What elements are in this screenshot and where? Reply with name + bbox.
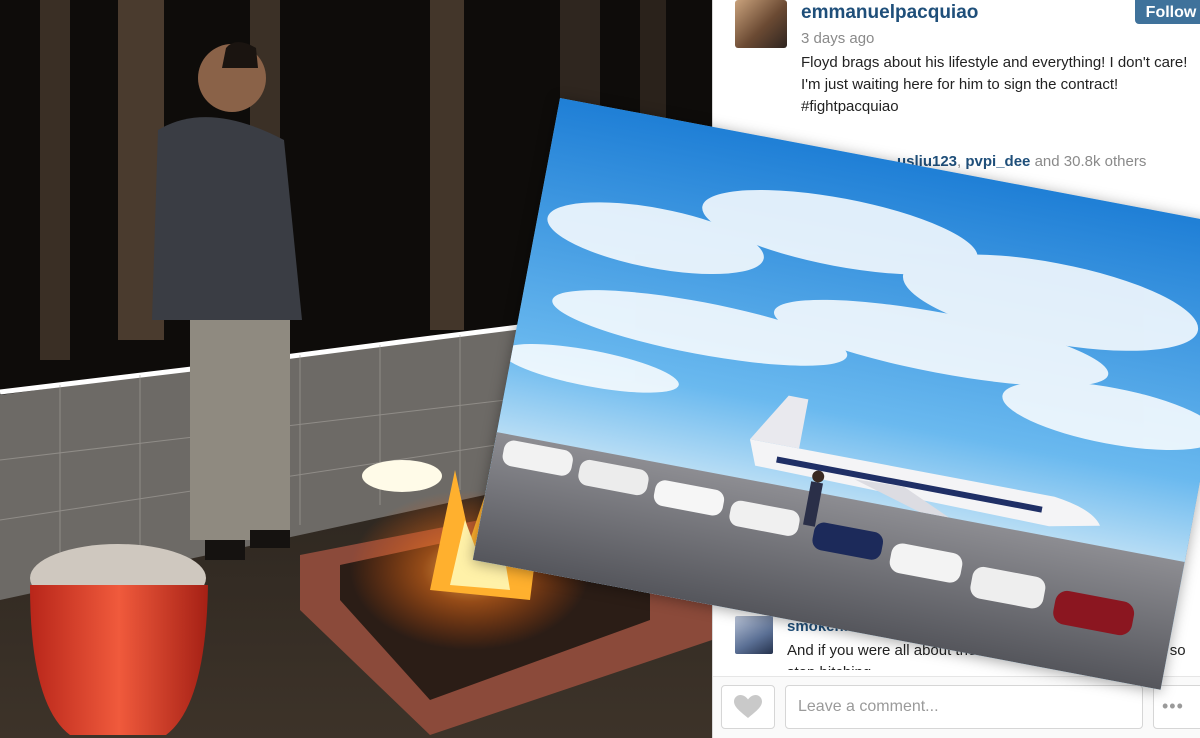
like-button[interactable]: [721, 685, 775, 729]
post-timestamp[interactable]: 3 days ago: [801, 30, 874, 47]
follow-button[interactable]: Follow: [1135, 0, 1200, 24]
comment-input[interactable]: [785, 685, 1143, 729]
comment-bar: •••: [713, 676, 1200, 738]
post-header: emmanuelpacquiao 3 days ago Floyd brags …: [725, 0, 1200, 140]
ellipsis-icon: •••: [1162, 696, 1184, 716]
likes-count-text[interactable]: and 30.8k others: [1030, 153, 1147, 170]
commenter-avatar[interactable]: [735, 616, 773, 654]
liker-link[interactable]: pvpi_dee: [965, 153, 1030, 170]
likes-summary: usliu123, pvpi_dee and 30.8k others: [897, 153, 1146, 170]
post-username[interactable]: emmanuelpacquiao: [801, 2, 978, 24]
user-avatar[interactable]: [735, 0, 787, 48]
more-options-button[interactable]: •••: [1153, 685, 1200, 729]
heart-icon: [734, 695, 762, 718]
post-caption: Floyd brags about his lifestyle and ever…: [801, 54, 1188, 115]
